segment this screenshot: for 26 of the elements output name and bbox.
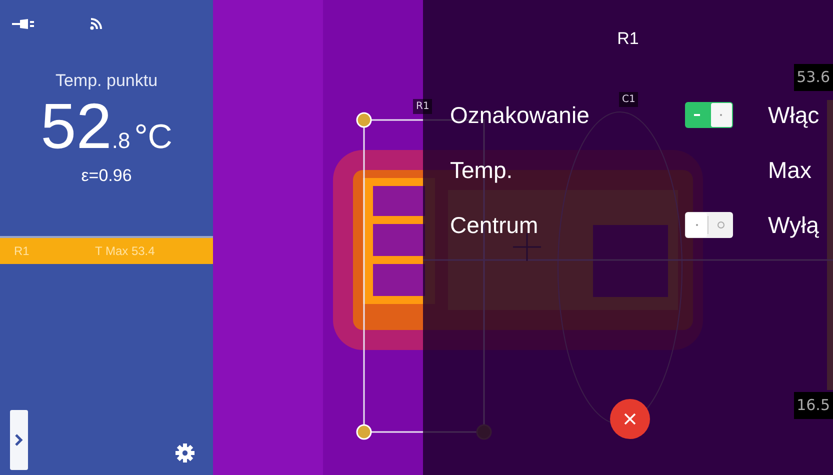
region-label: R1: [413, 99, 432, 114]
region-label: C1: [619, 92, 638, 107]
toggle-switch[interactable]: [685, 212, 733, 238]
expand-button[interactable]: [10, 410, 28, 470]
scale-max: 53.6: [794, 64, 833, 90]
temperature-value: 52: [40, 94, 112, 158]
panel-title: R1: [616, 28, 640, 50]
toggle-switch[interactable]: [685, 102, 733, 128]
setting-label: Centrum: [450, 210, 538, 240]
reading-label: Temp. punktu: [55, 70, 158, 92]
temperature-unit: °C: [134, 116, 172, 158]
close-icon: [624, 413, 636, 425]
wifi-icon: [90, 18, 102, 30]
setting-value[interactable]: Max: [768, 152, 812, 188]
chevron-icon: [15, 434, 23, 446]
resize-handle[interactable]: [356, 424, 372, 440]
settings-icon[interactable]: [175, 442, 195, 463]
emissivity-value: ε=0.96: [81, 164, 132, 186]
setting-label: Oznakowanie: [450, 100, 590, 130]
plug-icon: [12, 18, 36, 30]
setting-label: Temp.: [450, 156, 513, 185]
resize-handle[interactable]: [356, 112, 372, 128]
temperature-fraction: .8: [112, 126, 130, 154]
setting-value[interactable]: Wyłą: [768, 208, 819, 242]
scale-min: 16.5: [794, 392, 833, 418]
setting-value[interactable]: Włąc: [768, 98, 820, 132]
